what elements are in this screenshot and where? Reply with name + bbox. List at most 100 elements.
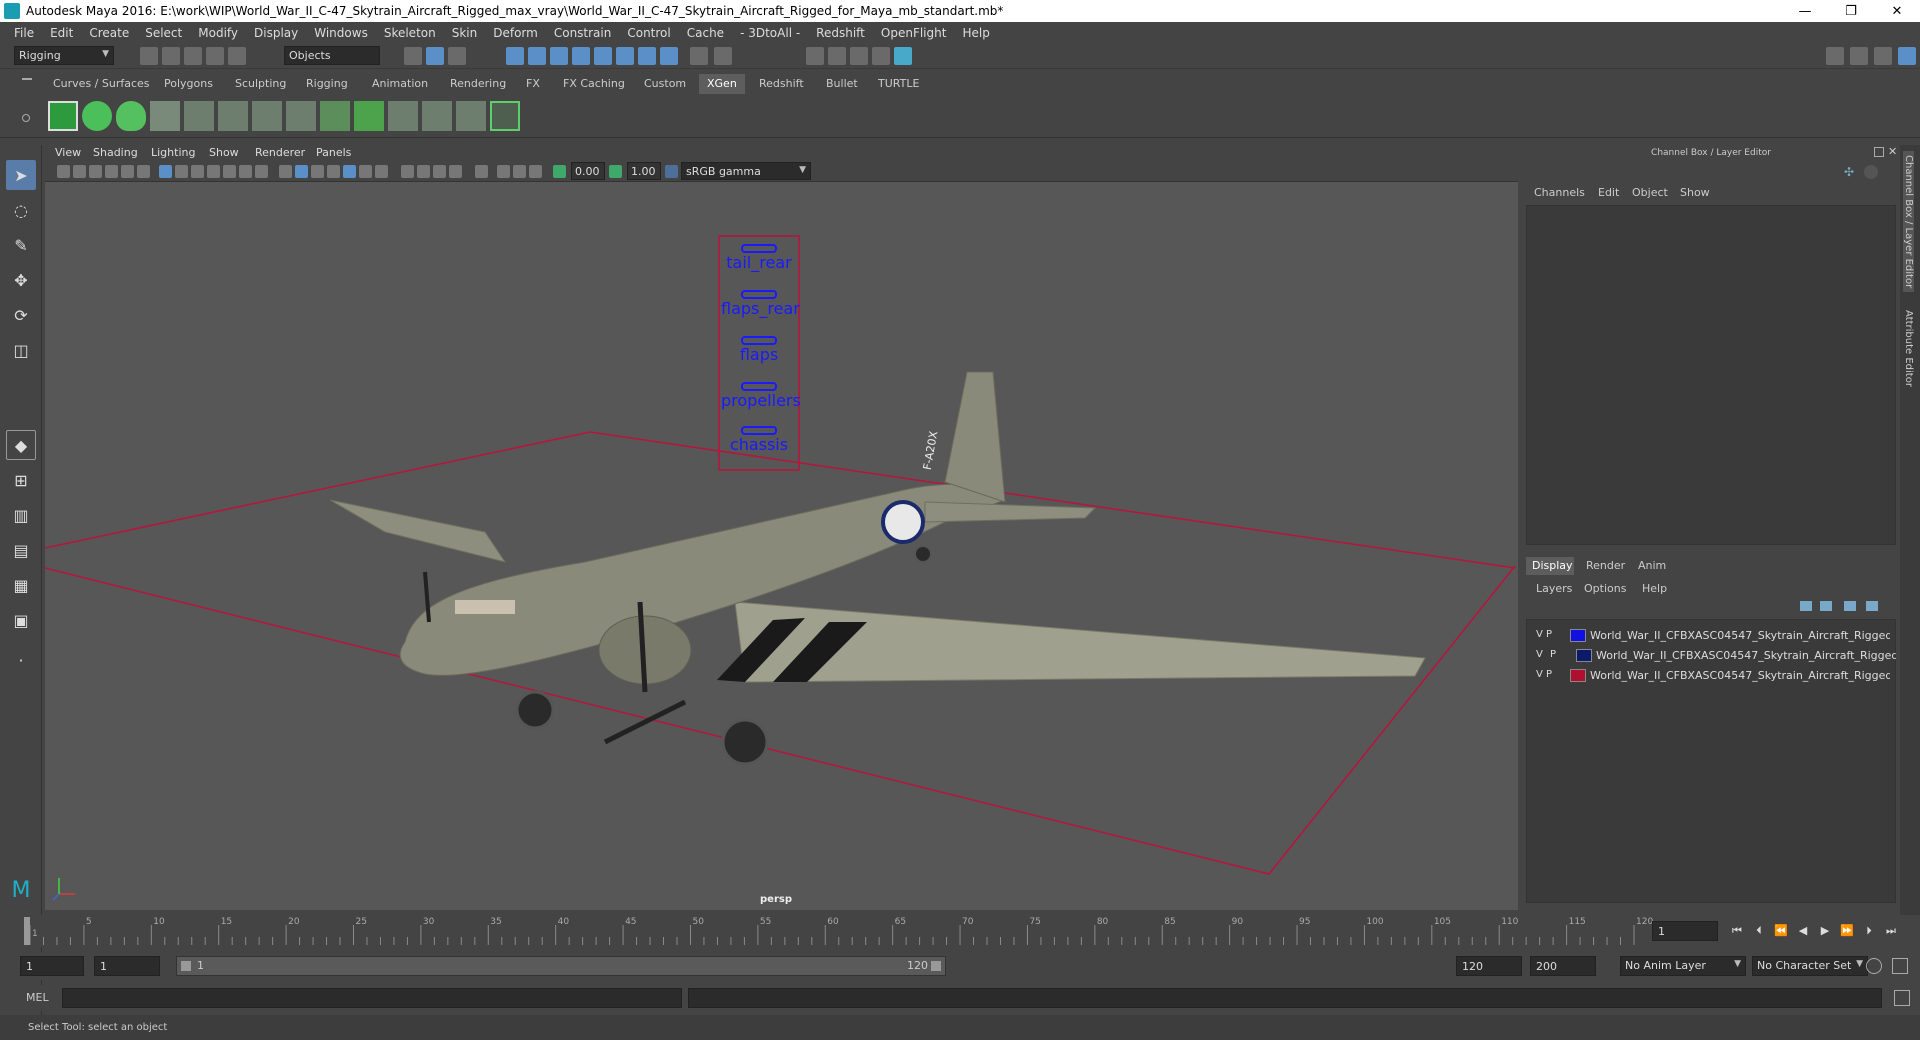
step-back-frame-icon[interactable]: ⏴ bbox=[1752, 924, 1766, 938]
grease-pencil-icon[interactable] bbox=[137, 165, 150, 178]
snap-view-plane-icon[interactable] bbox=[572, 47, 590, 65]
use-all-lights-icon[interactable] bbox=[359, 165, 372, 178]
textured-icon[interactable] bbox=[343, 165, 356, 178]
channelbox-menu-object[interactable]: Object bbox=[1632, 186, 1668, 199]
xgen-add-guide-icon[interactable] bbox=[150, 101, 180, 131]
render-frame-icon[interactable] bbox=[828, 47, 846, 65]
wireframe-icon[interactable] bbox=[279, 165, 292, 178]
rotate-tool-icon[interactable]: ⟳ bbox=[6, 300, 36, 330]
xray-joints-icon[interactable] bbox=[513, 165, 526, 178]
step-forward-key-icon[interactable]: ⏩ bbox=[1840, 924, 1854, 938]
save-scene-icon[interactable] bbox=[184, 47, 202, 65]
paint-select-tool-icon[interactable]: ✎ bbox=[6, 230, 36, 260]
view-transform-icon[interactable] bbox=[665, 165, 678, 178]
layer-tab-anim[interactable]: Anim bbox=[1632, 557, 1676, 575]
move-layer-up-icon[interactable] bbox=[1800, 601, 1812, 611]
bookmark-icon[interactable] bbox=[89, 165, 102, 178]
layer-row[interactable]: V P World_War_II_CFBXASC04547_Skytrain_A… bbox=[1532, 667, 1892, 685]
range-slider[interactable]: 1 120 bbox=[176, 956, 946, 976]
lock-icon[interactable] bbox=[690, 47, 708, 65]
viewport-menu-renderer[interactable]: Renderer bbox=[255, 146, 305, 159]
more-layouts-icon[interactable]: · bbox=[6, 645, 36, 675]
float-panel-icon[interactable] bbox=[1874, 147, 1884, 157]
exposure-field[interactable]: 0.00 bbox=[571, 162, 605, 180]
shelf-tab-rendering[interactable]: Rendering bbox=[442, 74, 514, 94]
anim-layer-dropdown[interactable]: No Anim Layer ▼ bbox=[1620, 956, 1746, 976]
shelf-menu-icon[interactable] bbox=[22, 78, 32, 80]
depth-of-field-icon[interactable] bbox=[449, 165, 462, 178]
character-set-dropdown[interactable]: No Character Set ▼ bbox=[1752, 956, 1868, 976]
range-start-handle[interactable] bbox=[181, 961, 191, 971]
menu-select[interactable]: Select bbox=[137, 26, 190, 40]
layer-tab-display[interactable]: Display bbox=[1526, 557, 1574, 575]
new-scene-icon[interactable] bbox=[140, 47, 158, 65]
undo-icon[interactable] bbox=[206, 47, 224, 65]
viewport-menu-panels[interactable]: Panels bbox=[316, 146, 351, 159]
resolution-gate-icon[interactable] bbox=[191, 165, 204, 178]
layer-color-swatch[interactable] bbox=[1570, 669, 1586, 682]
field-chart-icon[interactable] bbox=[223, 165, 236, 178]
menu-windows[interactable]: Windows bbox=[306, 26, 376, 40]
menu-skin[interactable]: Skin bbox=[444, 26, 486, 40]
command-input[interactable] bbox=[62, 988, 682, 1008]
menu-control[interactable]: Control bbox=[619, 26, 678, 40]
gamma-field[interactable]: 1.00 bbox=[627, 162, 661, 180]
layer-menu-help[interactable]: Help bbox=[1642, 582, 1667, 595]
new-layer-icon[interactable] bbox=[1844, 601, 1856, 611]
layer-tab-render[interactable]: Render bbox=[1580, 557, 1630, 575]
viewport-menu-show[interactable]: Show bbox=[209, 146, 239, 159]
motion-blur-icon[interactable] bbox=[417, 165, 430, 178]
menu-edit[interactable]: Edit bbox=[42, 26, 81, 40]
go-to-end-icon[interactable]: ⏭ bbox=[1884, 924, 1898, 938]
menu-skeleton[interactable]: Skeleton bbox=[376, 26, 444, 40]
screen-space-ao-icon[interactable] bbox=[401, 165, 414, 178]
input-ops-icon[interactable] bbox=[616, 47, 634, 65]
shelf-tab-sculpting[interactable]: Sculpting bbox=[227, 74, 294, 94]
shelf-tab-rigging[interactable]: Rigging bbox=[298, 74, 356, 94]
perspective-viewport[interactable]: tail_rear flaps_rear flaps propellers ch… bbox=[45, 182, 1518, 910]
shelf-tab-xgen[interactable]: XGen bbox=[699, 74, 745, 94]
menu-create[interactable]: Create bbox=[81, 26, 137, 40]
play-forward-icon[interactable]: ▶ bbox=[1818, 924, 1832, 938]
multisample-aa-icon[interactable] bbox=[433, 165, 446, 178]
use-default-material-icon[interactable] bbox=[327, 165, 340, 178]
film-gate-icon[interactable] bbox=[175, 165, 188, 178]
xgen-guide-toggle-icon[interactable] bbox=[490, 101, 520, 131]
rig-control-propellers[interactable]: propellers bbox=[721, 382, 801, 410]
side-tab-attribute-editor[interactable]: Attribute Editor bbox=[1903, 310, 1914, 387]
render-settings-icon[interactable] bbox=[872, 47, 890, 65]
xgen-rebuild-icon[interactable] bbox=[320, 101, 350, 131]
animation-end-field[interactable]: 200 bbox=[1530, 956, 1596, 976]
tool-settings-toggle-icon[interactable] bbox=[1874, 47, 1892, 65]
shelf-tab-bullet[interactable]: Bullet bbox=[818, 74, 866, 94]
rig-control-flaps[interactable]: flaps bbox=[721, 336, 797, 364]
play-backward-icon[interactable]: ◀ bbox=[1796, 924, 1810, 938]
go-to-start-icon[interactable]: ⏮ bbox=[1730, 924, 1744, 938]
xgen-editor-icon[interactable] bbox=[48, 101, 78, 131]
close-button[interactable]: ✕ bbox=[1874, 0, 1920, 22]
camera-attributes-icon[interactable] bbox=[73, 165, 86, 178]
move-tool-icon[interactable]: ✥ bbox=[6, 265, 36, 295]
animation-preferences-icon[interactable] bbox=[1892, 958, 1908, 974]
colorspace-dropdown[interactable]: sRGB gamma ▼ bbox=[681, 162, 811, 180]
layer-menu-layers[interactable]: Layers bbox=[1536, 582, 1572, 595]
snap-curve-icon[interactable] bbox=[528, 47, 546, 65]
gamma-icon[interactable] bbox=[609, 165, 622, 178]
menu-modify[interactable]: Modify bbox=[190, 26, 246, 40]
image-plane-icon[interactable] bbox=[105, 165, 118, 178]
snap-live-icon[interactable] bbox=[594, 47, 612, 65]
redo-icon[interactable] bbox=[228, 47, 246, 65]
channel-box-toggle-icon[interactable] bbox=[1898, 47, 1916, 65]
shadows-icon[interactable] bbox=[375, 165, 388, 178]
menu-redshift[interactable]: Redshift bbox=[808, 26, 873, 40]
ipr-render-icon[interactable] bbox=[850, 47, 868, 65]
menu-openflight[interactable]: OpenFlight bbox=[873, 26, 955, 40]
modeling-toolkit-icon[interactable] bbox=[1826, 47, 1844, 65]
channelbox-menu-show[interactable]: Show bbox=[1680, 186, 1710, 199]
select-object-icon[interactable] bbox=[426, 47, 444, 65]
output-ops-icon[interactable] bbox=[638, 47, 656, 65]
channelbox-manip-icon[interactable]: ✣ bbox=[1844, 165, 1858, 179]
layer-menu-options[interactable]: Options bbox=[1584, 582, 1626, 595]
grid-toggle-icon[interactable] bbox=[159, 165, 172, 178]
exposure-icon[interactable] bbox=[553, 165, 566, 178]
